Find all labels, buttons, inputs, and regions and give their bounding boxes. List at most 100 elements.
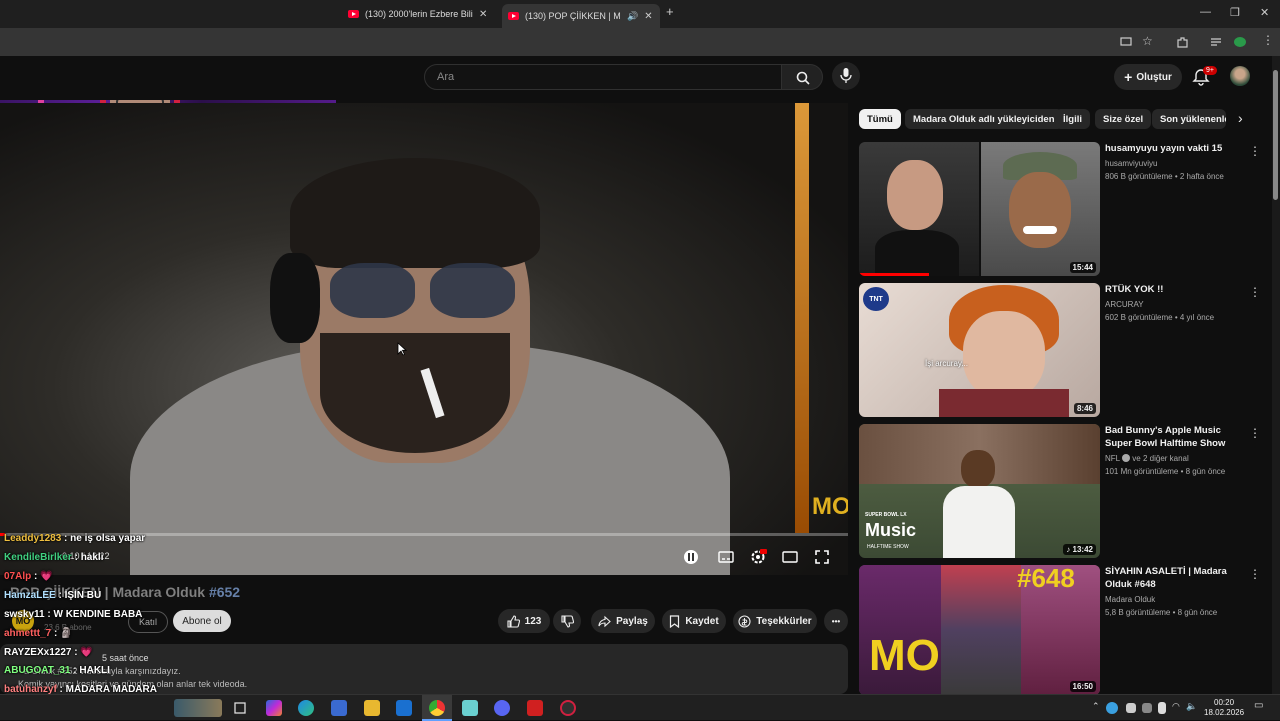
sunglasses-right xyxy=(430,263,515,318)
sunglasses-left xyxy=(330,263,415,318)
file-explorer-icon[interactable] xyxy=(364,700,380,716)
notification-badge: 9+ xyxy=(1203,66,1217,75)
create-button[interactable]: + Oluştur xyxy=(1114,64,1182,90)
chat-username: ahmettt_7 xyxy=(4,628,52,639)
video-player[interactable]: MO 0:10 / 16:22 xyxy=(0,103,848,575)
thumb-shirt xyxy=(939,389,1069,417)
subscribe-button[interactable]: Abone ol xyxy=(173,610,231,632)
rec-channel[interactable]: husamviyuviyu xyxy=(1105,159,1157,168)
chat-message: swsky11 : W KENDINE BABA xyxy=(4,609,142,620)
thumb-superbowl-text: SUPER BOWL LX xyxy=(865,512,907,518)
tray-app-icon[interactable] xyxy=(1126,703,1136,713)
recording-app-icon[interactable] xyxy=(527,700,543,716)
cast-icon[interactable] xyxy=(1120,36,1132,48)
clock-date: 18.02.2026 xyxy=(1204,708,1245,717)
chrome-icon[interactable] xyxy=(429,700,445,716)
extensions-icon[interactable] xyxy=(1176,36,1188,48)
wifi-icon[interactable]: ◠ xyxy=(1172,701,1180,712)
autoplay-toggle-icon[interactable] xyxy=(682,548,700,566)
more-actions-button[interactable]: ••• xyxy=(824,609,848,633)
theater-mode-icon[interactable] xyxy=(781,548,799,566)
notification-center-icon[interactable]: ▭ xyxy=(1254,700,1263,711)
share-button[interactable]: Paylaş xyxy=(591,609,655,633)
profile-icon[interactable] xyxy=(1234,37,1246,47)
chat-message: KendileBirlker : hakli xyxy=(4,552,104,563)
rec-title[interactable]: husamyuyu yayın vakti 15 xyxy=(1105,142,1245,155)
bookmark-star-icon[interactable]: ☆ xyxy=(1142,34,1153,48)
voice-search-button[interactable] xyxy=(832,62,860,90)
thanks-button[interactable]: Teşekkürler xyxy=(733,609,817,633)
chip-recent[interactable]: Son yüklenenler xyxy=(1152,109,1226,129)
video-thumbnail[interactable]: SUPER BOWL LX Music HALFTIME SHOW ♪ 13:4… xyxy=(859,424,1100,558)
like-button[interactable]: 123 xyxy=(498,609,550,633)
reading-list-icon[interactable] xyxy=(1210,36,1222,48)
task-view-icon[interactable] xyxy=(232,700,248,716)
new-tab-button[interactable]: + xyxy=(666,4,674,19)
taskbar-widget[interactable] xyxy=(174,699,222,717)
search-input[interactable]: Ara xyxy=(424,64,782,90)
share-icon xyxy=(598,615,611,627)
account-avatar[interactable] xyxy=(1230,66,1250,86)
rec-channel[interactable]: Madara Olduk xyxy=(1105,595,1155,604)
search-button[interactable] xyxy=(781,64,823,90)
close-icon[interactable]: ✕ xyxy=(479,9,487,20)
video-hashtag[interactable]: #652 xyxy=(209,584,240,600)
chat-text: : İŞİN BU xyxy=(55,590,102,601)
video-thumbnail[interactable]: TNT İşi arcuray... 8:46 xyxy=(859,283,1100,417)
speaker-icon[interactable]: 🔊 xyxy=(627,11,638,22)
video-thumbnail[interactable]: #648 MO 16:50 xyxy=(859,565,1100,695)
minimize-button[interactable]: — xyxy=(1200,6,1211,18)
video-thumbnail[interactable]: 15:44 xyxy=(859,142,1100,276)
copilot-icon[interactable] xyxy=(266,700,282,716)
chip-all[interactable]: Tümü xyxy=(859,109,901,129)
thumb-player-kit xyxy=(943,486,1015,558)
chevron-up-icon[interactable]: ⌃ xyxy=(1092,701,1100,712)
scrollbar-thumb[interactable] xyxy=(1273,70,1278,200)
dislike-button[interactable] xyxy=(553,609,581,633)
chat-text: : 💗 xyxy=(31,571,53,582)
windows-taskbar: ⌃ ◠ 🔈 00:20 18.02.2026 ▭ xyxy=(0,694,1280,721)
close-window-button[interactable]: ✕ xyxy=(1260,6,1269,19)
edge-icon[interactable] xyxy=(298,700,314,716)
outlook-icon[interactable] xyxy=(396,700,412,716)
subtitles-icon[interactable] xyxy=(717,548,735,566)
more-vert-icon[interactable]: ⋮ xyxy=(1249,144,1261,158)
clock[interactable]: 00:20 18.02.2026 xyxy=(1204,698,1244,718)
rec-title[interactable]: RTÜK YOK !! xyxy=(1105,283,1245,296)
save-button[interactable]: Kaydet xyxy=(662,609,726,633)
menu-dots-icon[interactable]: ⋮ xyxy=(1262,33,1274,47)
tray-app-icon[interactable] xyxy=(1142,703,1152,713)
steam-icon[interactable] xyxy=(1106,702,1118,714)
person-hair xyxy=(290,158,540,268)
maximize-button[interactable]: ❐ xyxy=(1230,6,1240,19)
rec-channel-name: NFL xyxy=(1105,454,1120,463)
close-icon[interactable]: ✕ xyxy=(644,11,652,22)
microphone-icon xyxy=(840,68,852,83)
chat-username: ABUGOAT_31 xyxy=(4,665,71,676)
obs-icon[interactable] xyxy=(560,700,576,716)
rec-title[interactable]: SİYAHIN ASALETİ | Madara Olduk #648 xyxy=(1105,565,1245,591)
rec-channel[interactable]: NFL ve 2 diğer kanal xyxy=(1105,454,1189,463)
chevron-right-icon[interactable]: › xyxy=(1238,110,1243,126)
microphone-icon[interactable] xyxy=(1158,702,1166,714)
verified-check-icon xyxy=(1122,454,1131,462)
more-vert-icon[interactable]: ⋮ xyxy=(1249,567,1261,581)
more-vert-icon[interactable]: ⋮ xyxy=(1249,426,1261,440)
more-vert-icon[interactable]: ⋮ xyxy=(1249,285,1261,299)
settings-gear-icon[interactable] xyxy=(749,548,767,566)
chip-for-you[interactable]: Size özel xyxy=(1095,109,1152,129)
notepad-icon[interactable] xyxy=(462,700,478,716)
volume-icon[interactable]: 🔈 xyxy=(1186,701,1197,712)
tab-title: (130) 2000'lerin Ezbere Bilinen xyxy=(365,9,473,19)
chip-related[interactable]: İlgili xyxy=(1055,109,1090,129)
discord-icon[interactable] xyxy=(494,700,510,716)
youtube-favicon-icon xyxy=(348,10,359,18)
store-icon[interactable] xyxy=(331,700,347,716)
rec-channel[interactable]: ARCURAY xyxy=(1105,300,1144,309)
tab-title: (130) POP ÇİİKKEN | Madara xyxy=(525,11,621,21)
fullscreen-icon[interactable] xyxy=(813,548,831,566)
tab-ezbere[interactable]: (130) 2000'lerin Ezbere Bilinen ✕ xyxy=(342,4,498,24)
chip-from-uploader[interactable]: Madara Olduk adlı yükleyiciden xyxy=(905,109,1063,129)
rec-title[interactable]: Bad Bunny's Apple Music Super Bowl Halft… xyxy=(1105,424,1245,450)
tab-pop-ciikken[interactable]: (130) POP ÇİİKKEN | Madara 🔊 ✕ xyxy=(502,4,660,28)
